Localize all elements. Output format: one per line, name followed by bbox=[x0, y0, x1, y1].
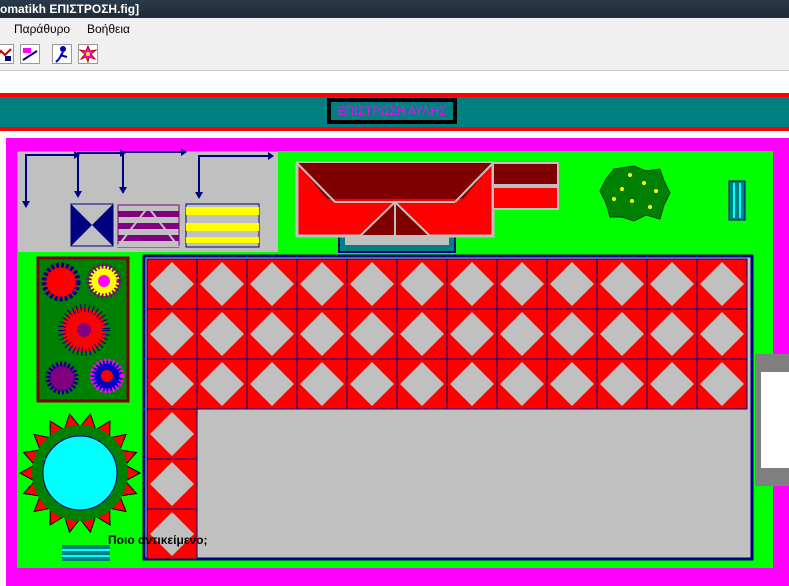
small-bench bbox=[62, 545, 110, 561]
canvas: ΕΠΙΣΤΡΩΣΗ ΑΥΛΗΣ Ποιο αντικείμενο; bbox=[0, 71, 789, 586]
burst-tool-button[interactable] bbox=[78, 44, 98, 64]
tree bbox=[599, 165, 671, 222]
menu-help[interactable]: Βοήθεια bbox=[87, 22, 130, 36]
toolbar bbox=[0, 40, 789, 71]
tiled-area bbox=[142, 254, 754, 561]
window-title: omatikh ΕΠΙΣΤΡΟΣΗ.fig] bbox=[0, 2, 140, 16]
menu-window[interactable]: Παράθυρο bbox=[14, 22, 70, 36]
insert-tool-icon bbox=[22, 48, 38, 61]
bench bbox=[728, 180, 746, 221]
figure-tool-button[interactable] bbox=[52, 44, 72, 64]
window-title-bar: omatikh ΕΠΙΣΤΡΟΣΗ.fig] bbox=[0, 0, 789, 18]
flower-4 bbox=[45, 361, 79, 395]
flower-bed bbox=[36, 256, 130, 403]
bowtie-tile bbox=[70, 203, 114, 247]
edit-tool-icon bbox=[0, 48, 12, 61]
insert-tool-button[interactable] bbox=[20, 44, 40, 64]
menu-bar: Παράθυρο Βοήθεια bbox=[0, 18, 789, 40]
triangle-stripe-tile bbox=[115, 204, 181, 248]
gate bbox=[755, 354, 789, 486]
flower-1 bbox=[41, 262, 81, 302]
yellow-stripe-tile bbox=[185, 203, 260, 248]
figure-tool-icon bbox=[55, 46, 68, 63]
edit-tool-button[interactable] bbox=[0, 44, 14, 64]
burst-tool-icon bbox=[78, 44, 98, 64]
question-label: Ποιο αντικείμενο; bbox=[108, 533, 208, 547]
yard-drawing bbox=[6, 138, 789, 586]
